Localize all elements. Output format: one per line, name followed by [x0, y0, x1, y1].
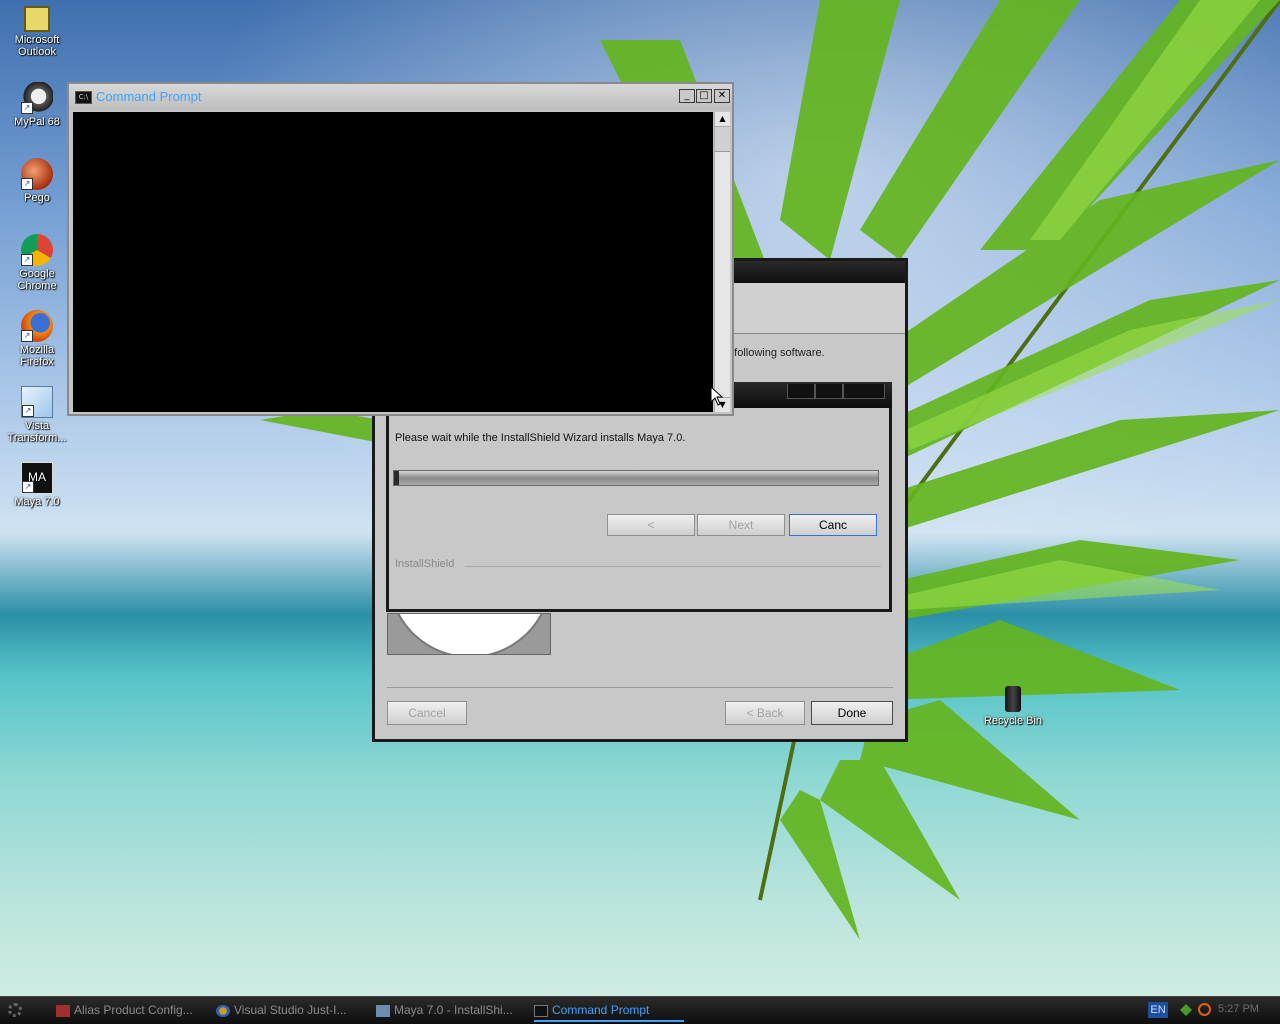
search-tray-icon[interactable] [1198, 1003, 1211, 1016]
back-button[interactable]: < [607, 514, 695, 536]
desktop-icon-outlook[interactable]: Microsoft Outlook [4, 6, 70, 58]
desktop-icon-label: Microsoft Outlook [14, 34, 60, 58]
maximize-button[interactable] [815, 384, 843, 399]
cancel-button[interactable]: Cancel [387, 701, 467, 725]
desktop-icon-label: Recycle Bin [983, 715, 1043, 727]
taskbar-item-visual-studio[interactable]: Visual Studio Just-I... [216, 998, 364, 1022]
scroll-thumb[interactable] [715, 127, 730, 152]
desktop-icon-recycle-bin[interactable]: Recycle Bin [976, 686, 1050, 727]
desktop-icon-label: Mozilla Firefox [19, 344, 55, 368]
maya-logo-graphic [387, 613, 551, 655]
visual-studio-icon [216, 1004, 230, 1017]
vertical-scrollbar[interactable]: ▲ ▼ [714, 112, 730, 412]
firefox-icon: ↗ [21, 310, 53, 342]
cmd-icon [534, 1004, 548, 1017]
taskbar-item-label: Command Prompt [552, 1003, 650, 1017]
close-button[interactable] [843, 384, 885, 399]
taskbar-item-label: Alias Product Config... [74, 1003, 193, 1017]
desktop-icon-pego[interactable]: ↗ Pego [4, 158, 70, 204]
next-button[interactable]: Next [697, 514, 785, 536]
taskbar-item-maya-installshield[interactable]: Maya 7.0 - InstallShi... [376, 998, 524, 1022]
status-message: Please wait while the InstallShield Wiza… [395, 432, 686, 444]
alias-icon [56, 1004, 70, 1017]
maximize-button[interactable]: □ [696, 89, 712, 103]
window-title: Command Prompt [96, 89, 202, 104]
recycle-bin-icon [1005, 686, 1021, 712]
taskbar-item-command-prompt[interactable]: Command Prompt [534, 998, 684, 1022]
taskbar-clock[interactable]: 5:27 PM [1218, 1003, 1259, 1015]
desktop-icon-vista-transform[interactable]: ↗ Vista Transform... [4, 386, 70, 444]
done-button[interactable]: Done [811, 701, 893, 725]
language-indicator[interactable]: EN [1148, 1002, 1168, 1018]
desktop-icon-label: Pego [24, 192, 50, 204]
mouse-cursor-icon [710, 386, 724, 406]
pego-icon: ↗ [21, 158, 53, 190]
scroll-up-arrow-icon[interactable]: ▲ [715, 112, 730, 127]
chrome-icon: ↗ [21, 234, 53, 266]
taskbar-item-alias[interactable]: Alias Product Config... [56, 998, 206, 1022]
back-button[interactable]: < Back [725, 701, 805, 725]
vista-transform-icon: ↗ [21, 386, 53, 418]
maya-icon: MA ↗ [21, 462, 53, 494]
desktop-icon-mypal[interactable]: ↗ MyPal 68 [4, 82, 70, 128]
cancel-button[interactable]: Canc [789, 514, 877, 536]
minimize-button[interactable]: _ [679, 89, 695, 103]
footer-divider [387, 687, 893, 688]
desktop-icon-label: MyPal 68 [14, 116, 60, 128]
desktop-icon-label: Google Chrome [17, 268, 57, 292]
cmd-app-icon: C:\ [75, 91, 92, 104]
minimize-button[interactable] [787, 384, 815, 399]
desktop-icon-chrome[interactable]: ↗ Google Chrome [4, 234, 70, 292]
start-gear-icon [8, 1003, 22, 1017]
desktop-icon-label: Vista Transform... [7, 420, 67, 444]
taskbar-item-label: Visual Studio Just-I... [234, 1003, 347, 1017]
progress-bar [393, 470, 879, 486]
installshield-brand: InstallShield [395, 558, 455, 570]
mypal-raccoon-icon: ↗ [21, 82, 53, 114]
title-bar[interactable]: C:\ Command Prompt _ □ ✕ [69, 84, 732, 110]
taskbar-item-label: Maya 7.0 - InstallShi... [394, 1003, 513, 1017]
installshield-icon [376, 1004, 390, 1017]
brand-divider [465, 566, 881, 567]
console-output[interactable] [73, 112, 713, 412]
partial-description: e following software. [725, 347, 825, 359]
progress-fill [394, 471, 399, 485]
desktop-icon-label: Maya 7.0 [14, 496, 60, 508]
start-button[interactable] [6, 1001, 30, 1019]
desktop-icon-firefox[interactable]: ↗ Mozilla Firefox [4, 310, 70, 368]
installshield-progress-window: Please wait while the InstallShield Wiza… [386, 382, 892, 612]
command-prompt-window: C:\ Command Prompt _ □ ✕ ▲ ▼ [67, 82, 734, 416]
desktop-icon-maya[interactable]: MA ↗ Maya 7.0 [4, 462, 70, 508]
close-button[interactable]: ✕ [714, 89, 730, 103]
outlook-icon [24, 6, 50, 32]
